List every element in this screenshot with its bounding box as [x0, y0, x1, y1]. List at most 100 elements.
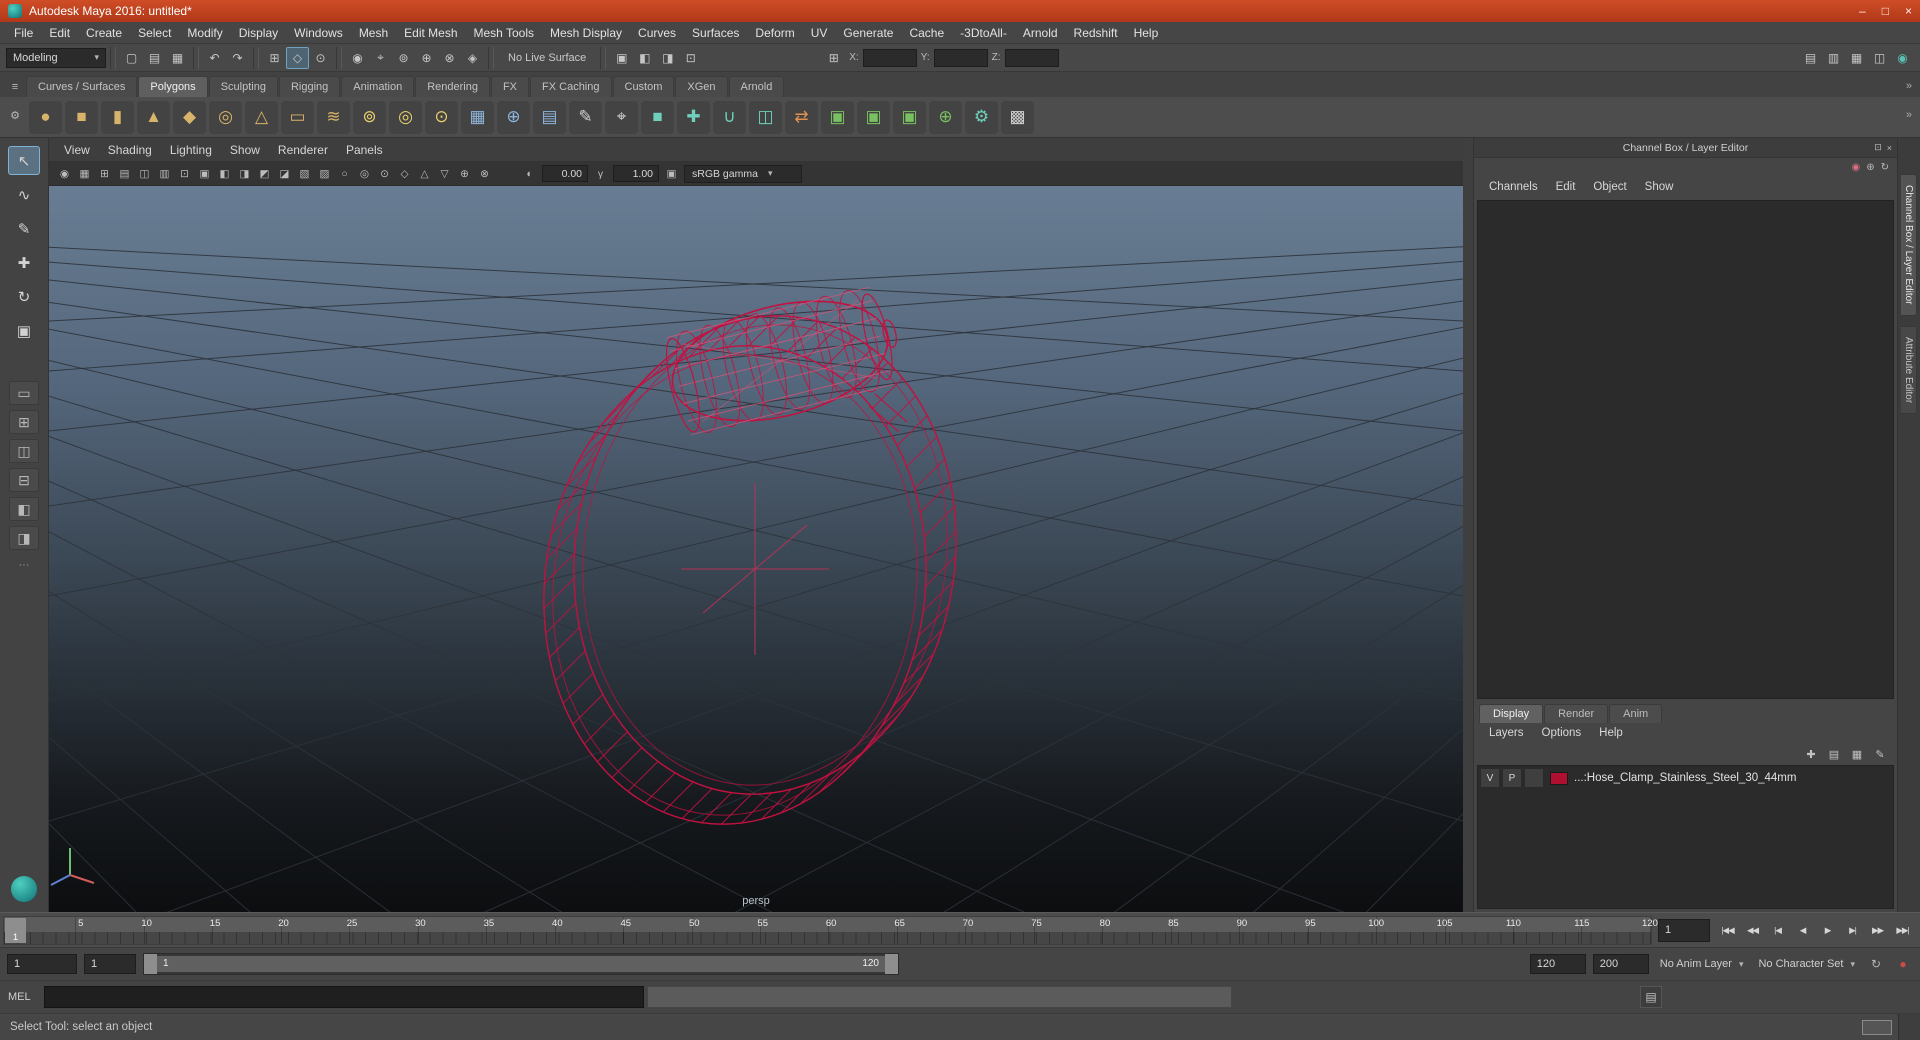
channel-box-menu-item[interactable]: Object — [1584, 181, 1635, 193]
channel-box-tool-icon[interactable]: ⊕ — [1866, 162, 1874, 173]
layout-button[interactable]: ◧ — [9, 497, 39, 521]
shelf-item-button[interactable]: ▣ — [821, 100, 854, 134]
playback-options-icon[interactable]: ↻ — [1866, 954, 1886, 974]
history-toggle-button[interactable]: ⊡ — [679, 47, 702, 69]
selection-mask-button[interactable]: ⊚ — [392, 47, 415, 69]
selection-mask-button[interactable]: ⊗ — [438, 47, 461, 69]
range-slider-right-handle[interactable] — [885, 954, 898, 974]
playback-button[interactable]: ▶▶| — [1891, 920, 1914, 941]
layer-editor-tab[interactable]: Anim — [1609, 704, 1663, 723]
range-slider[interactable]: 1 120 — [143, 953, 899, 975]
side-tab-channel-box[interactable]: Channel Box / Layer Editor — [1901, 174, 1917, 316]
layout-button[interactable]: ⊞ — [9, 410, 39, 434]
channel-box-list[interactable] — [1477, 200, 1894, 699]
undo-redo-button[interactable]: ↷ — [226, 47, 249, 69]
panel-toolbar-icon[interactable]: ▣ — [195, 165, 214, 183]
panel-toolbar-icon[interactable]: ⊞ — [95, 165, 114, 183]
panel-toolbar-icon[interactable]: ◉ — [55, 165, 74, 183]
menu-item[interactable]: File — [6, 26, 41, 40]
shelf-gear-icon[interactable]: ⚙ — [4, 109, 26, 122]
shelf-menu-icon[interactable]: ≡ — [4, 81, 26, 93]
gamma-icon[interactable]: γ — [591, 165, 610, 183]
menu-item[interactable]: Deform — [747, 26, 802, 40]
shelf-tab[interactable]: Arnold — [728, 76, 785, 97]
color-managed-icon[interactable]: ▣ — [662, 165, 681, 183]
close-button[interactable]: × — [1905, 4, 1912, 18]
tool-button[interactable]: ▣ — [8, 316, 40, 345]
panel-toolbar-icon[interactable]: ◎ — [355, 165, 374, 183]
coordinate-mode-icon[interactable]: ⊞ — [822, 47, 845, 69]
playback-button[interactable]: ▶| — [1841, 920, 1864, 941]
shelf-tab[interactable]: Rendering — [415, 76, 490, 97]
coordinate-field[interactable] — [933, 48, 988, 67]
history-toggle-button[interactable]: ▣ — [610, 47, 633, 69]
snap-toggle-button[interactable]: ◇ — [286, 46, 309, 69]
layer-toolbar-icon[interactable]: ✚ — [1802, 746, 1820, 762]
shelf-tab[interactable]: FX Caching — [530, 76, 612, 97]
character-set-dropdown[interactable]: No Character Set ▾ — [1754, 958, 1859, 970]
shelf-item-button[interactable]: ▣ — [857, 100, 890, 134]
channel-box-menu-item[interactable]: Show — [1636, 181, 1683, 193]
shelf-item-button[interactable]: ▦ — [461, 100, 494, 134]
coordinate-field[interactable] — [1004, 48, 1059, 67]
shelf-item-button[interactable]: ✎ — [569, 100, 602, 134]
layer-toolbar-icon[interactable]: ▦ — [1848, 746, 1866, 762]
layer-editor-tab[interactable]: Render — [1544, 704, 1609, 723]
shelf-item-button[interactable]: ⇄ — [785, 100, 818, 134]
menu-item[interactable]: Cache — [901, 26, 952, 40]
shelf-item-button[interactable]: ▲ — [137, 100, 170, 134]
shelf-tab[interactable]: Polygons — [138, 76, 208, 97]
command-line-result[interactable] — [647, 986, 1232, 1008]
animation-end-field[interactable]: 200 — [1592, 954, 1649, 974]
shelf-item-button[interactable]: ◫ — [749, 100, 782, 134]
exposure-icon[interactable]: ◐ — [520, 165, 539, 183]
shelf-item-button[interactable]: ⊙ — [425, 100, 458, 134]
menu-item[interactable]: Mesh Display — [542, 26, 630, 40]
shelf-item-button[interactable]: ■ — [641, 100, 674, 134]
toolbox-more-button[interactable]: ··· — [19, 559, 30, 571]
panel-toolbar-icon[interactable]: ◫ — [135, 165, 154, 183]
panel-toolbar-icon[interactable]: ◪ — [275, 165, 294, 183]
menu-item[interactable]: Curves — [630, 26, 684, 40]
shelf-tab[interactable]: Rigging — [278, 76, 341, 97]
layer-editor-tab[interactable]: Display — [1479, 704, 1544, 723]
selection-mask-button[interactable]: ◈ — [461, 47, 484, 69]
menu-item[interactable]: Mesh — [351, 26, 396, 40]
shelf-overflow-icon[interactable]: » — [1902, 109, 1916, 126]
layer-display-type-toggle[interactable] — [1524, 768, 1544, 788]
panel-toolbar-icon[interactable]: ◨ — [235, 165, 254, 183]
layer-editor-menu-item[interactable]: Options — [1533, 727, 1591, 739]
panel-close-icon[interactable]: × — [1887, 143, 1892, 153]
tool-button[interactable]: ✎ — [8, 214, 40, 243]
side-tab-attribute-editor[interactable]: Attribute Editor — [1901, 325, 1917, 414]
panel-toolbar-icon[interactable]: ▽ — [435, 165, 454, 183]
panel-toolbar-icon[interactable]: ▤ — [115, 165, 134, 183]
layer-color-swatch[interactable] — [1550, 771, 1568, 785]
timeline-playhead[interactable]: 1 — [5, 917, 26, 943]
panel-menu-item[interactable]: Panels — [337, 143, 392, 157]
tool-button[interactable]: ∿ — [8, 180, 40, 209]
panel-toolbar-icon[interactable]: ◩ — [255, 165, 274, 183]
animation-start-field[interactable]: 1 — [7, 954, 77, 974]
command-line-input[interactable] — [44, 986, 644, 1008]
shelf-tab[interactable]: XGen — [675, 76, 728, 97]
layout-button[interactable]: ◫ — [9, 439, 39, 463]
anim-layer-dropdown[interactable]: No Anim Layer ▾ — [1656, 958, 1748, 970]
shelf-tab[interactable]: Custom — [612, 76, 675, 97]
menu-item[interactable]: Surfaces — [684, 26, 747, 40]
selection-mask-button[interactable]: ⌖ — [369, 47, 392, 69]
playback-button[interactable]: ▶▶ — [1866, 920, 1889, 941]
panel-toolbar-icon[interactable]: ⊙ — [375, 165, 394, 183]
view-transform-dropdown[interactable]: sRGB gamma ▾ — [684, 164, 802, 183]
history-toggle-button[interactable]: ◨ — [656, 47, 679, 69]
playback-start-field[interactable]: 1 — [84, 954, 136, 974]
layer-toolbar-icon[interactable]: ✎ — [1871, 746, 1889, 762]
panel-float-icon[interactable]: ⊡ — [1874, 142, 1882, 153]
panel-menu-item[interactable]: Lighting — [161, 143, 221, 157]
menu-item[interactable]: Redshift — [1066, 26, 1126, 40]
menu-item[interactable]: Edit — [41, 26, 78, 40]
shelf-item-button[interactable]: ⌖ — [605, 100, 638, 134]
layer-row[interactable]: V P ...:Hose_Clamp_Stainless_Steel_30_44… — [1478, 766, 1893, 790]
snap-toggle-button[interactable]: ⊞ — [263, 47, 286, 69]
shelf-item-button[interactable]: ▤ — [533, 100, 566, 134]
